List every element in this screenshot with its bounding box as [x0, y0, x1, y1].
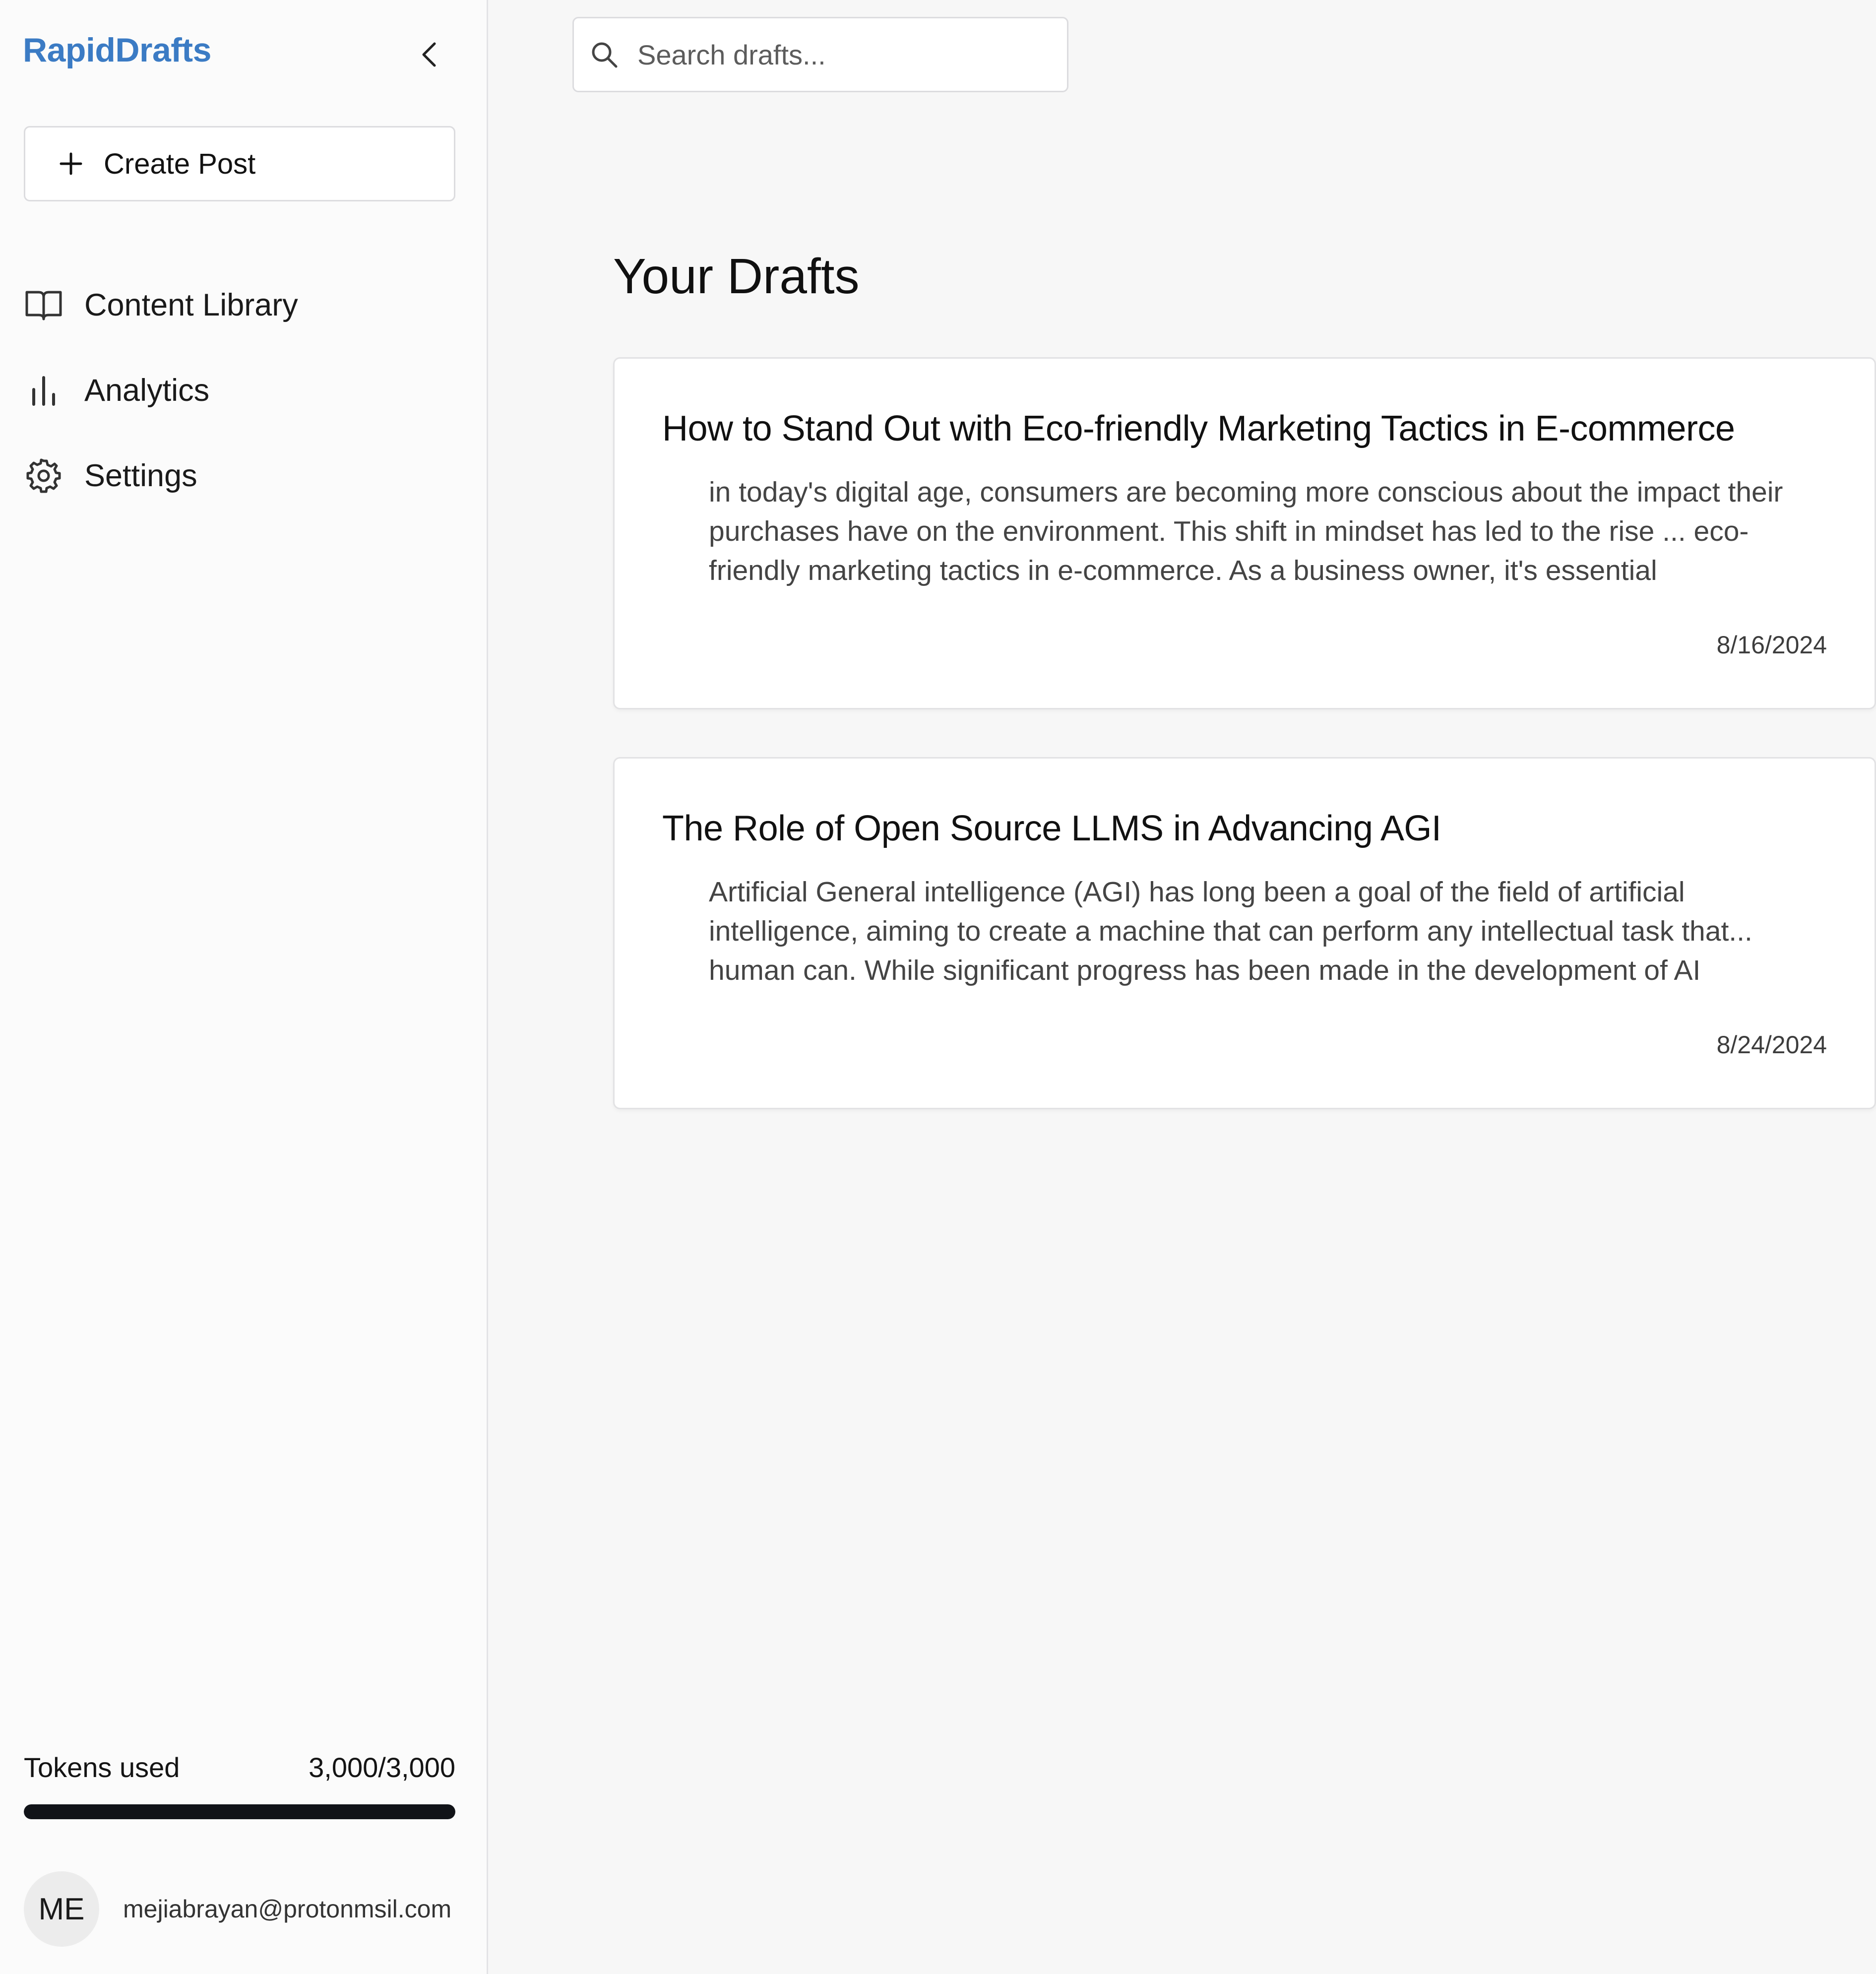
book-open-icon	[24, 285, 63, 325]
tokens-progress-fill	[24, 1804, 455, 1819]
chevron-left-icon	[422, 42, 436, 67]
sidebar-item-analytics[interactable]: Analytics	[24, 363, 455, 418]
draft-date: 8/16/2024	[1716, 631, 1827, 659]
gear-icon	[24, 456, 63, 496]
draft-card[interactable]: How to Stand Out with Eco-friendly Marke…	[613, 357, 1876, 709]
draft-excerpt: in today's digital age, consumers are be…	[709, 476, 1783, 586]
sidebar: RapidDrafts Create Post Content Library …	[0, 0, 488, 1974]
token-usage: Tokens used 3,000/3,000	[24, 1751, 455, 1819]
create-post-label: Create Post	[104, 147, 256, 180]
draft-excerpt: Artificial General intelligence (AGI) ha…	[709, 876, 1752, 986]
sidebar-nav: Content Library Analytics Settings	[24, 278, 455, 534]
sidebar-item-label: Analytics	[84, 373, 210, 408]
search-input[interactable]	[636, 38, 1043, 71]
user-profile[interactable]: ME mejiabrayan@protonmsil.com	[24, 1871, 451, 1947]
page-title: Your Drafts	[613, 249, 860, 304]
tokens-progress-bar	[24, 1804, 455, 1819]
bar-chart-icon	[24, 371, 63, 410]
avatar[interactable]: ME	[24, 1871, 99, 1947]
search-icon	[589, 39, 620, 70]
app-root: RapidDrafts Create Post Content Library …	[0, 0, 1876, 1974]
sidebar-item-content-library[interactable]: Content Library	[24, 278, 455, 332]
collapse-sidebar-button[interactable]	[412, 35, 447, 74]
draft-title[interactable]: How to Stand Out with Eco-friendly Marke…	[662, 408, 1735, 449]
sidebar-item-label: Settings	[84, 458, 197, 493]
draft-card[interactable]: The Role of Open Source LLMS in Advancin…	[613, 757, 1876, 1109]
draft-title[interactable]: The Role of Open Source LLMS in Advancin…	[662, 808, 1441, 849]
user-email: mejiabrayan@protonmsil.com	[123, 1895, 452, 1923]
drafts-list: How to Stand Out with Eco-friendly Marke…	[613, 357, 1876, 1157]
tokens-value: 3,000/3,000	[309, 1752, 455, 1783]
sidebar-item-label: Content Library	[84, 288, 298, 322]
plus-icon	[58, 151, 84, 177]
brand-logo[interactable]: RapidDrafts	[23, 31, 211, 69]
draft-date: 8/24/2024	[1716, 1031, 1827, 1059]
tokens-label: Tokens used	[24, 1752, 180, 1783]
sidebar-item-settings[interactable]: Settings	[24, 448, 455, 503]
create-post-button[interactable]: Create Post	[24, 126, 455, 201]
search-bar	[572, 17, 1068, 92]
